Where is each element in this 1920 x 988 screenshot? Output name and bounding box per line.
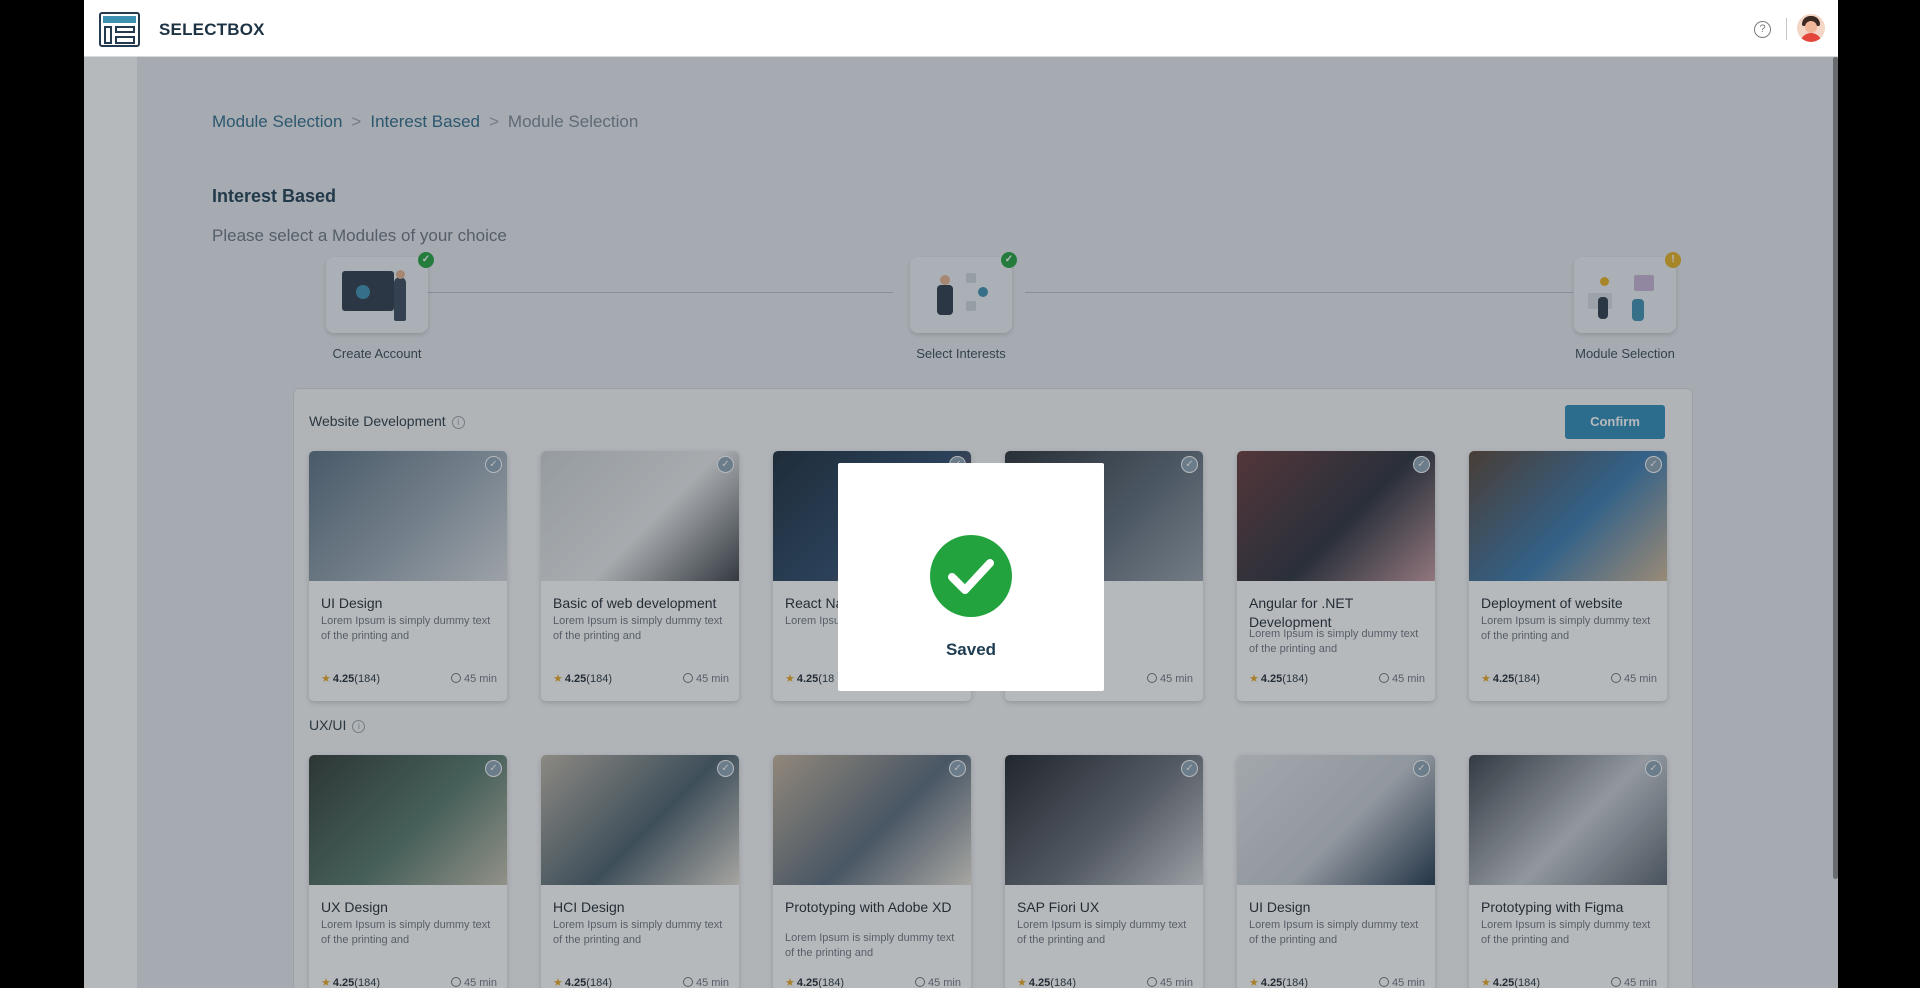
user-avatar[interactable] [1797, 14, 1825, 42]
app-logo-icon [99, 12, 140, 47]
saved-modal: Saved [838, 463, 1104, 691]
top-bar: SELECTBOX ? [84, 0, 1838, 57]
check-circle-icon [930, 535, 1012, 617]
help-icon[interactable]: ? [1754, 21, 1771, 38]
divider [1786, 18, 1787, 40]
saved-message: Saved [945, 640, 997, 659]
app-window: SELECTBOX ? Module Selection > Interest Ba… [84, 0, 1838, 988]
brand-name: SELECTBOX [159, 20, 265, 39]
